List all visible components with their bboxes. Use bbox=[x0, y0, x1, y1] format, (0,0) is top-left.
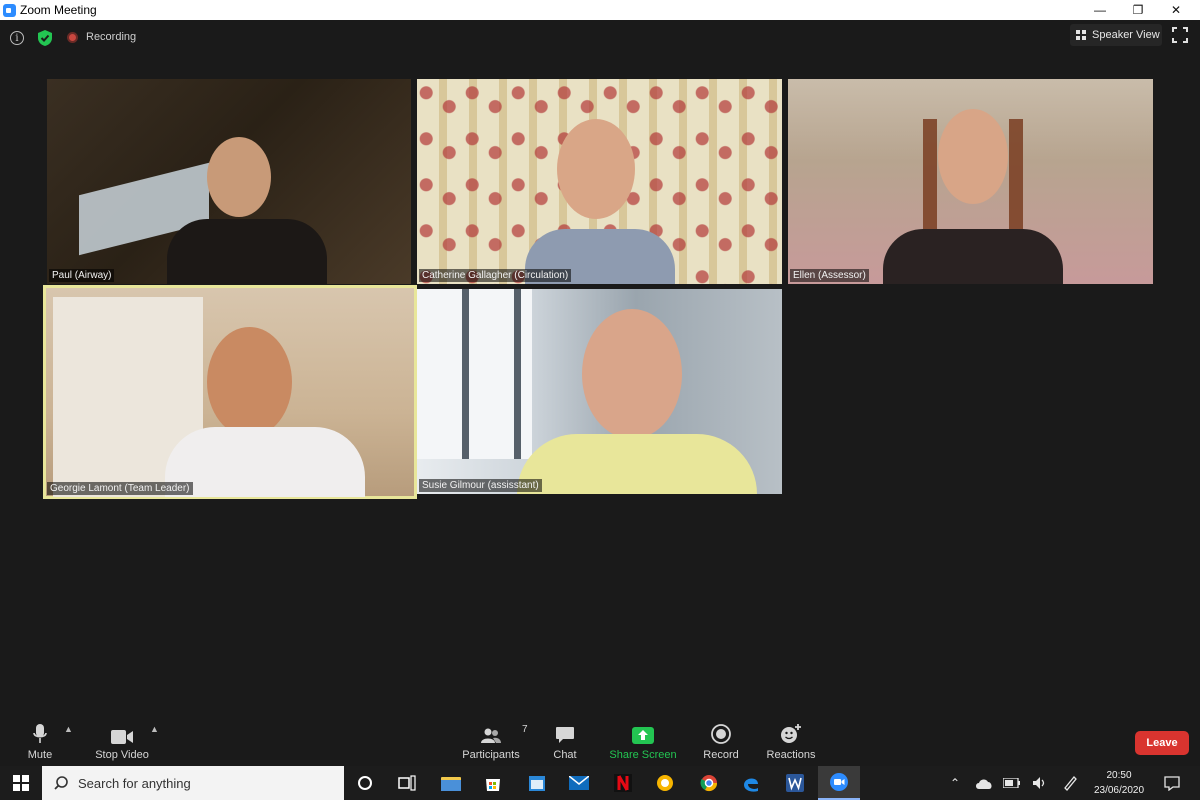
meeting-top-bar: i Recording Speaker View bbox=[0, 20, 1200, 56]
audio-options-caret-icon[interactable]: ▲ bbox=[64, 724, 73, 734]
store-icon[interactable] bbox=[472, 766, 514, 800]
chat-button[interactable]: Chat bbox=[548, 716, 582, 766]
calendar-icon[interactable] bbox=[516, 766, 558, 800]
onedrive-cloud-icon[interactable] bbox=[972, 766, 996, 800]
participant-body bbox=[165, 427, 365, 497]
stop-video-button[interactable]: Stop Video bbox=[94, 716, 150, 766]
zoom-app-icon bbox=[3, 3, 16, 17]
battery-icon[interactable] bbox=[1000, 766, 1024, 800]
video-tile-paul[interactable]: Paul (Airway) bbox=[47, 79, 411, 284]
cortana-icon[interactable] bbox=[344, 766, 386, 800]
participant-name-label: Paul (Airway) bbox=[49, 269, 115, 282]
window-title: Zoom Meeting bbox=[20, 3, 97, 17]
video-options-caret-icon[interactable]: ▲ bbox=[150, 724, 159, 734]
participant-name-label: Ellen (Assessor) bbox=[790, 269, 869, 282]
speaker-view-button[interactable]: Speaker View bbox=[1070, 24, 1162, 46]
minimize-button[interactable]: — bbox=[1082, 0, 1118, 20]
netflix-icon[interactable] bbox=[602, 766, 644, 800]
mail-icon[interactable] bbox=[558, 766, 600, 800]
leave-meeting-button[interactable]: Leave bbox=[1135, 731, 1189, 755]
edge-icon[interactable] bbox=[730, 766, 772, 800]
share-screen-button[interactable]: Share Screen bbox=[609, 716, 677, 766]
speaker-view-label: Speaker View bbox=[1092, 29, 1160, 41]
clock-time: 20:50 bbox=[1106, 770, 1132, 781]
participants-count: 7 bbox=[522, 724, 528, 735]
start-button[interactable] bbox=[0, 766, 42, 800]
chat-label: Chat bbox=[553, 749, 577, 761]
participant-face bbox=[557, 119, 635, 219]
speaker-view-icon bbox=[1076, 30, 1086, 40]
participant-name-label: Susie Gilmour (assisstant) bbox=[419, 479, 542, 492]
norton-icon[interactable] bbox=[644, 766, 686, 800]
clock-date: 23/06/2020 bbox=[1093, 785, 1145, 796]
participants-label: Participants bbox=[462, 749, 520, 761]
search-icon bbox=[54, 776, 68, 790]
search-placeholder: Search for anything bbox=[78, 775, 191, 791]
mute-label: Mute bbox=[27, 749, 53, 761]
reactions-label: Reactions bbox=[766, 749, 816, 761]
video-tile-susie[interactable]: Susie Gilmour (assisstant) bbox=[417, 289, 782, 494]
volume-icon[interactable] bbox=[1028, 766, 1052, 800]
encryption-shield-icon[interactable] bbox=[37, 29, 53, 47]
participant-name-label: Catherine Gallagher (Circulation) bbox=[419, 269, 572, 282]
mute-button[interactable]: Mute bbox=[20, 716, 60, 766]
close-button[interactable]: ✕ bbox=[1158, 0, 1194, 20]
windows-logo-icon bbox=[13, 775, 29, 791]
participant-face bbox=[207, 327, 292, 437]
action-center-icon[interactable] bbox=[1160, 766, 1184, 800]
share-screen-icon bbox=[632, 727, 654, 744]
reactions-smiley-icon bbox=[781, 724, 801, 743]
video-tile-ellen[interactable]: Ellen (Assessor) bbox=[788, 79, 1153, 284]
participants-button[interactable]: 7 Participants bbox=[460, 716, 527, 766]
pen-workspace-icon[interactable] bbox=[1058, 766, 1082, 800]
participant-name-label: Georgie Lamont (Team Leader) bbox=[47, 482, 193, 495]
fullscreen-icon[interactable] bbox=[1172, 27, 1188, 43]
record-label: Record bbox=[703, 749, 739, 761]
file-explorer-icon[interactable] bbox=[430, 766, 472, 800]
participant-body bbox=[883, 229, 1063, 284]
participants-icon bbox=[481, 728, 501, 743]
recording-indicator-icon bbox=[67, 32, 78, 43]
task-view-icon[interactable] bbox=[386, 766, 428, 800]
microphone-icon bbox=[33, 724, 47, 743]
record-icon bbox=[711, 724, 731, 744]
info-icon[interactable]: i bbox=[10, 31, 24, 45]
record-button[interactable]: Record bbox=[702, 716, 740, 766]
video-tile-catherine[interactable]: Catherine Gallagher (Circulation) bbox=[417, 79, 782, 284]
chat-bubble-icon bbox=[556, 727, 574, 743]
participant-face bbox=[582, 309, 682, 439]
share-screen-label: Share Screen bbox=[609, 749, 677, 761]
stop-video-label: Stop Video bbox=[95, 749, 149, 761]
participant-face bbox=[207, 137, 271, 217]
recording-label: Recording bbox=[86, 31, 137, 43]
taskbar-search-box[interactable]: Search for anything bbox=[42, 766, 344, 800]
video-camera-icon bbox=[111, 730, 133, 744]
zoom-icon[interactable] bbox=[818, 766, 860, 800]
word-icon[interactable] bbox=[774, 766, 816, 800]
window-titlebar: Zoom Meeting — ❐ ✕ bbox=[0, 0, 1200, 20]
window-background bbox=[417, 289, 532, 459]
windows-taskbar: Search for anything ⌃ 20:50 23/06/2020 bbox=[0, 766, 1200, 800]
restore-button[interactable]: ❐ bbox=[1120, 0, 1156, 20]
video-tile-georgie[interactable]: Georgie Lamont (Team Leader) bbox=[43, 285, 417, 499]
reactions-button[interactable]: Reactions bbox=[766, 716, 816, 766]
taskbar-clock[interactable]: 20:50 23/06/2020 bbox=[1088, 768, 1150, 798]
participant-body bbox=[167, 219, 327, 284]
participant-body bbox=[517, 434, 757, 494]
meeting-toolbar: Mute ▲ Stop Video ▲ 7 Participants Chat … bbox=[0, 716, 1200, 766]
show-hidden-icons-chevron-icon[interactable]: ⌃ bbox=[946, 766, 964, 800]
chrome-icon[interactable] bbox=[688, 766, 730, 800]
